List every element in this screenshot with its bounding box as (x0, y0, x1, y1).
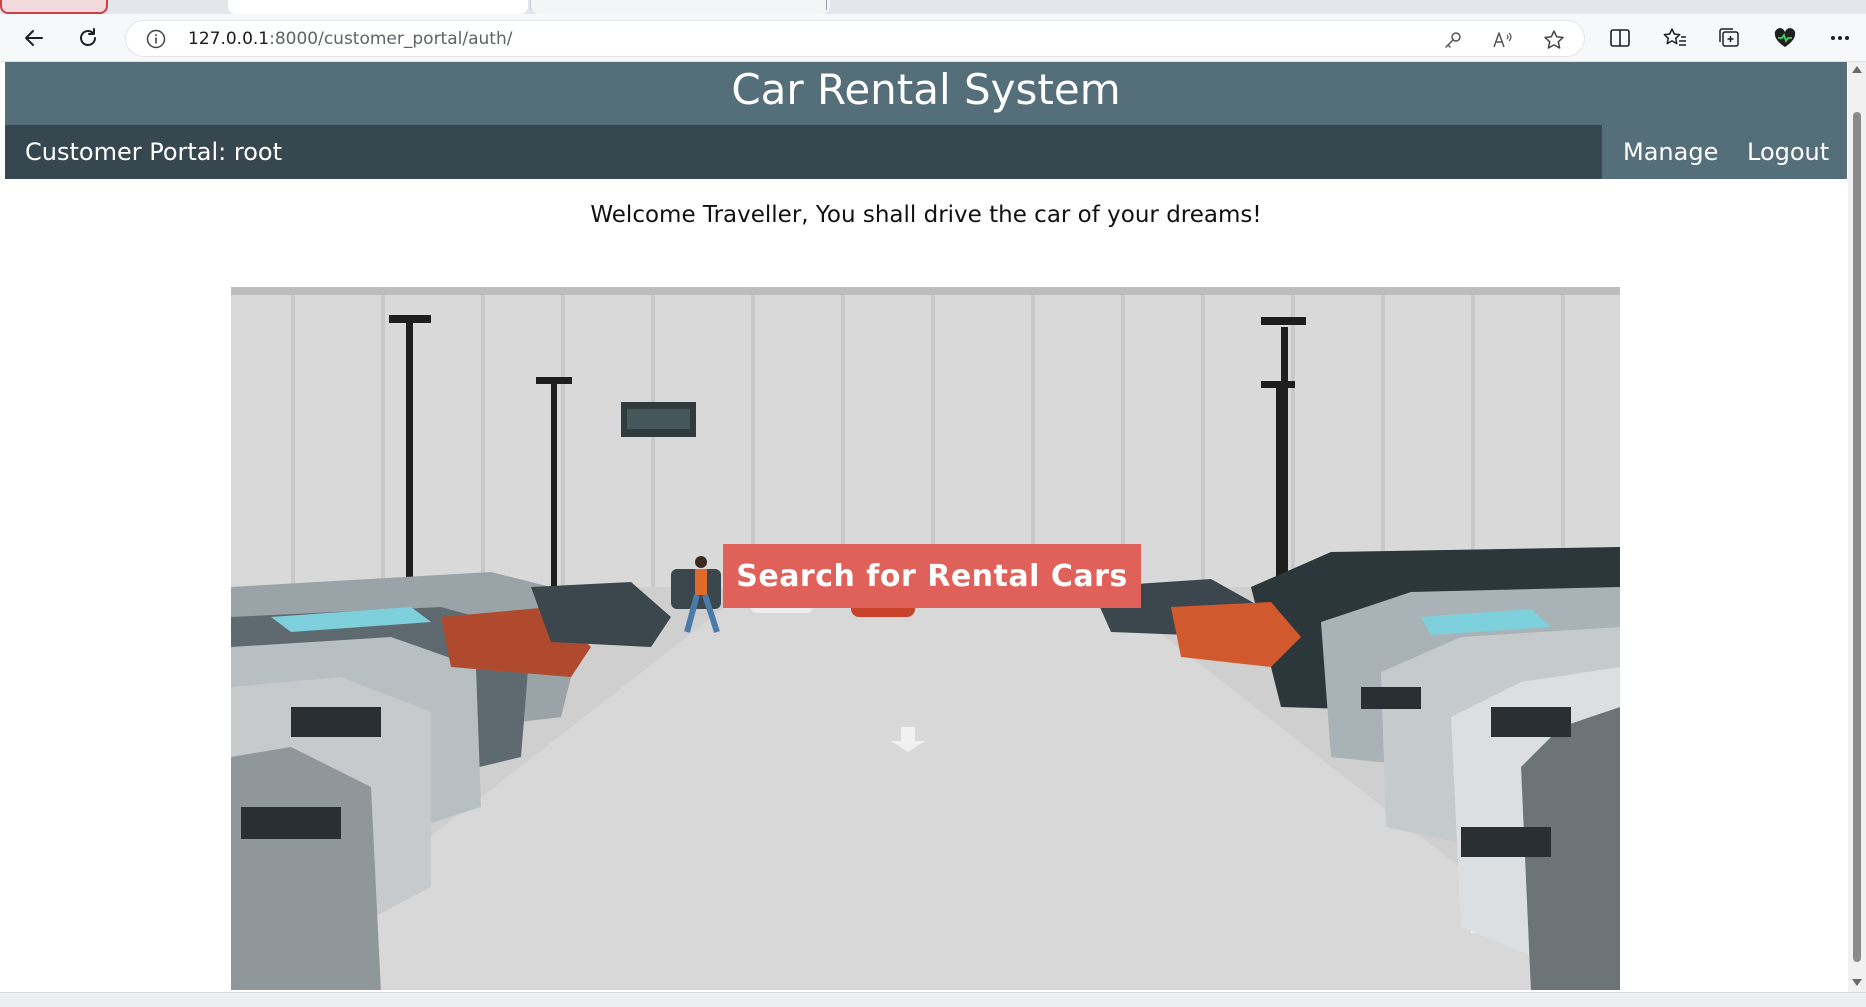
welcome-message: Welcome Traveller, You shall drive the c… (590, 202, 1262, 228)
split-screen-icon[interactable] (1603, 21, 1637, 55)
browser-essentials-icon[interactable] (1768, 21, 1802, 55)
navbar: Customer Portal: root Manage Logout (5, 125, 1847, 179)
address-bar[interactable]: 127.0.0.1:8000/customer_portal/auth/ (125, 20, 1585, 57)
tab-workspaces[interactable] (128, 0, 218, 14)
vertical-scrollbar[interactable] (1848, 62, 1866, 992)
nav-link-logout[interactable]: Logout (1747, 125, 1829, 179)
parking-lot-illustration (231, 287, 1620, 990)
url-text[interactable]: 127.0.0.1:8000/customer_portal/auth/ (188, 29, 512, 49)
site-header: Car Rental System (5, 62, 1847, 125)
tab-inactive[interactable] (530, 0, 830, 14)
scroll-up-arrow-icon[interactable] (1852, 66, 1862, 73)
navbar-links: Manage Logout (1602, 125, 1847, 179)
nav-link-manage[interactable]: Manage (1623, 125, 1718, 179)
tab-active[interactable] (228, 0, 528, 14)
back-arrow-icon[interactable] (17, 21, 51, 55)
reload-icon[interactable] (71, 21, 105, 55)
tab-separator (826, 0, 827, 10)
url-host: 127.0.0.1 (188, 29, 270, 49)
scroll-down-arrow-icon[interactable] (1852, 979, 1862, 986)
navbar-brand[interactable]: Customer Portal: root (25, 125, 282, 179)
scrollbar-thumb[interactable] (1853, 112, 1861, 962)
search-rental-cars-button[interactable]: Search for Rental Cars (723, 544, 1141, 608)
read-aloud-icon[interactable] (1490, 27, 1516, 53)
site-info-icon[interactable] (146, 29, 166, 49)
hero-image: Search for Rental Cars (231, 287, 1620, 990)
collections-icon[interactable] (1713, 21, 1747, 55)
bottom-edge (0, 992, 1866, 1007)
tab-strip (0, 0, 1866, 14)
url-path: :8000/customer_portal/auth/ (269, 29, 513, 49)
password-key-icon[interactable] (1440, 27, 1466, 53)
page-content: Car Rental System Customer Portal: root … (5, 62, 1847, 990)
favorite-star-icon[interactable] (1541, 27, 1567, 53)
more-options-icon[interactable] (1823, 21, 1857, 55)
favorites-icon[interactable] (1658, 21, 1692, 55)
tab-profile[interactable] (0, 0, 108, 14)
site-title: Car Rental System (731, 65, 1121, 114)
browser-toolbar: 127.0.0.1:8000/customer_portal/auth/ (0, 14, 1866, 62)
